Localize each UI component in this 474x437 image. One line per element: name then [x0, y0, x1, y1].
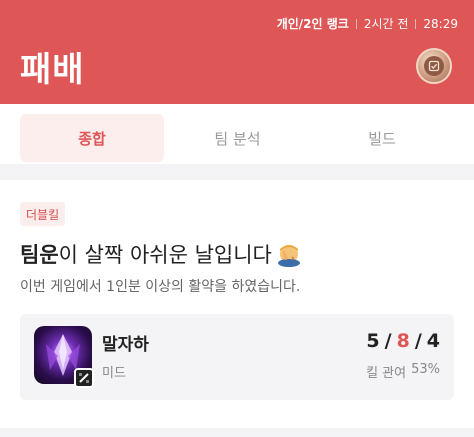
- headline-text: 이 살짝 아쉬운 날입니다: [58, 243, 272, 267]
- player-row[interactable]: 말자하 미드 5 / 8 / 4 킬 관여 53%: [20, 314, 454, 400]
- mid-lane-icon: [74, 368, 94, 388]
- section-divider: [0, 428, 474, 437]
- meta-divider: [415, 18, 417, 29]
- kill-participation: 킬 관여 53%: [366, 362, 440, 381]
- kills: 5: [366, 330, 380, 352]
- multikill-tag: 더블킬: [20, 202, 66, 226]
- time-ago: 2시간 전: [363, 17, 409, 31]
- tab-build[interactable]: 빌드: [310, 114, 454, 162]
- deaths: 8: [396, 330, 410, 352]
- match-meta: 개인/2인 랭크 2시간 전 28:29: [277, 15, 458, 32]
- match-header: 개인/2인 랭크 2시간 전 28:29 패배: [0, 0, 474, 104]
- match-result: 패배: [20, 50, 85, 90]
- game-duration: 28:29: [423, 16, 458, 31]
- queue-type: 개인/2인 랭크: [276, 17, 349, 31]
- assists: 4: [426, 330, 440, 352]
- champion-name: 말자하: [102, 335, 149, 355]
- rank-badge-icon[interactable]: [416, 48, 452, 84]
- tab-overview[interactable]: 종합: [20, 114, 164, 162]
- tab-team-analysis[interactable]: 팀 분석: [165, 114, 310, 162]
- meta-divider: [355, 18, 357, 29]
- kda-separator: /: [384, 330, 392, 352]
- headline-emphasis: 팀운: [20, 243, 59, 267]
- player-role: 미드: [102, 366, 126, 381]
- checkbox-icon: [424, 56, 444, 76]
- kill-participation-label: 킬 관여: [366, 366, 407, 381]
- tab-bar: 종합 팀 분석 빌드: [0, 104, 474, 164]
- summary-headline: 팀운 이 살짝 아쉬운 날입니다: [20, 239, 302, 269]
- summary-card: 더블킬 팀운 이 살짝 아쉬운 날입니다 이번 게임에서 1인분 이상의 활약을 …: [0, 180, 474, 428]
- kda-separator: /: [414, 330, 422, 352]
- kda-score: 5 / 8 / 4: [366, 330, 440, 352]
- face-palm-emoji-icon: [277, 245, 300, 267]
- summary-subtext: 이번 게임에서 1인분 이상의 활약을 하였습니다.: [20, 279, 301, 295]
- kill-participation-value: 53%: [411, 362, 440, 377]
